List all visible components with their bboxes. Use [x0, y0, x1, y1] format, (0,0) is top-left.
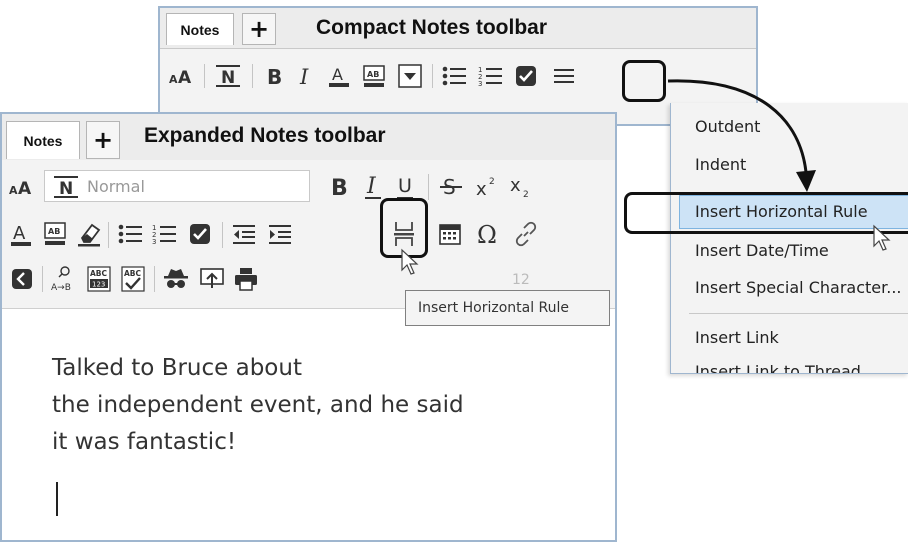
toolbar-separator — [42, 266, 43, 292]
expanded-notes-panel: Notes + Expanded Notes toolbar AA N Norm… — [0, 112, 617, 542]
svg-text:A: A — [169, 73, 178, 86]
expanded-add-tab-button[interactable]: + — [86, 121, 120, 159]
svg-text:Ω: Ω — [477, 221, 497, 247]
bullet-list-icon[interactable] — [114, 218, 146, 250]
svg-text:3: 3 — [478, 80, 482, 88]
more-menu-icon[interactable] — [548, 60, 580, 92]
svg-text:AB: AB — [367, 70, 379, 79]
menu-item-insert-link[interactable]: Insert Link — [695, 328, 779, 347]
link-icon[interactable] — [510, 218, 542, 250]
menu-item-insert-date-time[interactable]: Insert Date/Time — [695, 241, 829, 260]
text-cursor — [56, 482, 58, 516]
svg-text:B: B — [267, 65, 282, 88]
svg-text:x: x — [510, 175, 521, 196]
expanded-caption: Expanded Notes toolbar — [144, 124, 386, 147]
svg-text:U: U — [398, 175, 412, 197]
svg-text:I: I — [299, 65, 309, 88]
svg-text:A: A — [18, 179, 32, 199]
toolbar-separator — [204, 64, 205, 88]
eraser-icon[interactable] — [74, 218, 104, 250]
font-size-value: 12 — [512, 272, 530, 288]
present-icon[interactable] — [196, 264, 228, 294]
text-color-icon[interactable]: A — [6, 218, 36, 250]
subscript-icon[interactable]: x2 — [506, 172, 536, 202]
toolbar-separator — [222, 222, 223, 248]
svg-text:I: I — [366, 174, 377, 199]
svg-text:AB: AB — [48, 227, 60, 236]
pointer-arrow — [667, 79, 816, 192]
style-select-value: Normal — [87, 177, 145, 196]
svg-text:A: A — [9, 184, 18, 197]
normal-style-icon: N — [54, 176, 78, 199]
style-select[interactable]: N Normal — [44, 170, 310, 202]
svg-text:A: A — [332, 65, 343, 84]
collapse-toolbar-icon[interactable] — [8, 264, 36, 294]
svg-text:3: 3 — [152, 238, 156, 246]
indent-icon[interactable] — [264, 218, 296, 250]
outdent-icon[interactable] — [228, 218, 260, 250]
menu-divider — [689, 313, 908, 314]
expanded-notes-tab[interactable]: Notes — [6, 121, 80, 159]
strikethrough-icon[interactable]: S — [436, 172, 466, 202]
svg-text:x: x — [476, 179, 487, 200]
svg-text:2: 2 — [489, 177, 495, 187]
mouse-cursor-icon — [873, 224, 891, 251]
highlight-icon[interactable]: AB — [358, 60, 390, 92]
toolbar-separator — [154, 266, 155, 292]
svg-text:B: B — [331, 176, 348, 200]
compact-add-tab-button[interactable]: + — [242, 13, 276, 45]
note-line-2: the independent event, and he said — [52, 392, 464, 418]
date-time-icon[interactable] — [434, 218, 466, 250]
superscript-icon[interactable]: x2 — [472, 172, 502, 202]
italic-icon[interactable]: I — [292, 60, 320, 92]
menu-item-insert-special-character[interactable]: Insert Special Character... — [695, 278, 902, 297]
compact-tab-bar: Notes + Compact Notes toolbar — [160, 8, 756, 49]
highlight-icon[interactable]: AB — [40, 218, 70, 250]
bold-icon[interactable]: B — [324, 172, 354, 202]
expanded-toolbar: AA N Normal B I U S x2 x2 A AB 1 2 3 Ω A… — [2, 160, 615, 309]
svg-text:A: A — [178, 68, 192, 88]
toolbar-separator — [428, 174, 429, 200]
svg-text:ABC: ABC — [90, 269, 108, 278]
print-icon[interactable] — [230, 264, 262, 294]
mouse-cursor-icon — [401, 248, 419, 275]
note-line-3: it was fantastic! — [52, 429, 237, 455]
svg-text:ABC: ABC — [124, 269, 142, 278]
svg-text:A→B: A→B — [51, 283, 71, 293]
spellcheck-icon[interactable]: ABC 123 — [84, 264, 114, 294]
svg-text:A: A — [13, 223, 26, 244]
checkbox-icon[interactable] — [510, 60, 542, 92]
bullet-list-icon[interactable] — [438, 60, 470, 92]
font-size-icon[interactable]: AA — [6, 172, 40, 202]
find-replace-icon[interactable]: A→B — [48, 264, 80, 294]
toolbar-separator — [108, 222, 109, 248]
compact-caption: Compact Notes toolbar — [316, 16, 548, 39]
compact-notes-tab[interactable]: Notes — [166, 13, 234, 45]
special-character-icon[interactable]: Ω — [472, 218, 504, 250]
menu-item-insert-link-to-thread[interactable]: Insert Link to Thread... — [695, 362, 876, 373]
note-body[interactable]: Talked to Bruce about the independent ev… — [52, 350, 464, 461]
toolbar-separator — [432, 64, 433, 88]
svg-text:123: 123 — [92, 281, 105, 289]
text-color-icon[interactable]: A — [324, 60, 354, 92]
italic-icon[interactable]: I — [358, 172, 388, 202]
expanded-tab-bar: Notes + Expanded Notes toolbar — [2, 114, 615, 161]
private-spy-icon[interactable] — [160, 264, 192, 294]
note-line-1: Talked to Bruce about — [52, 355, 302, 381]
numbered-list-icon[interactable]: 123 — [148, 218, 180, 250]
toolbar-separator — [252, 64, 253, 88]
checkbox-icon[interactable] — [184, 218, 216, 250]
numbered-list-icon[interactable]: 123 — [474, 60, 506, 92]
font-size-icon[interactable]: AA — [166, 60, 200, 92]
normal-style-icon[interactable]: N — [210, 60, 246, 92]
bold-icon[interactable]: B — [260, 60, 288, 92]
horizontal-rule-tooltip: Insert Horizontal Rule — [405, 290, 610, 326]
svg-text:2: 2 — [523, 190, 529, 200]
spelling-check-icon[interactable]: ABC — [118, 264, 148, 294]
dropdown-icon[interactable] — [394, 60, 426, 92]
